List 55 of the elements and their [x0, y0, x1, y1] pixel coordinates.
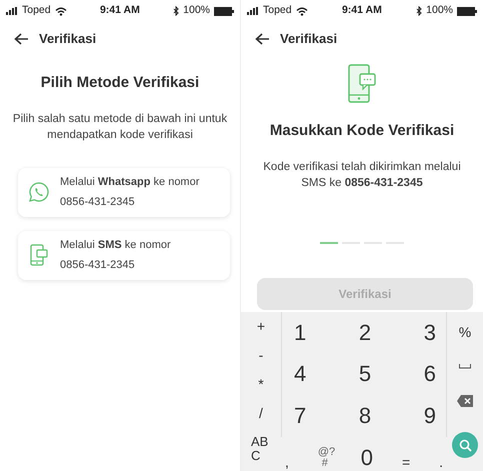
wifi-icon — [54, 6, 67, 16]
carrier-name: Toped — [22, 3, 51, 18]
battery-level: 100% — [426, 3, 453, 18]
keyboard-key[interactable]: % — [458, 324, 472, 339]
keyboard-key[interactable]: 5 — [358, 363, 372, 386]
chat-phone-icon — [28, 181, 50, 204]
page-title: Verifikasi — [280, 30, 338, 48]
bluetooth-icon — [416, 6, 422, 16]
wifi-icon — [296, 6, 308, 16]
screen-heading: Masukkan Kode Verifikasi — [268, 121, 456, 141]
keyboard-key[interactable]: = — [402, 455, 410, 469]
space-key-icon[interactable] — [459, 364, 471, 370]
phone-message-icon — [347, 64, 377, 104]
keyboard-key[interactable]: 1 — [294, 322, 306, 344]
phone-message-icon — [28, 244, 50, 266]
back-arrow-icon[interactable] — [255, 33, 270, 45]
signal-icon — [247, 7, 259, 15]
keyboard-key[interactable]: 4 — [294, 363, 306, 386]
battery-icon — [457, 6, 477, 16]
carrier-name: Toped — [263, 3, 292, 18]
phone-number: 0856-431-2345 — [60, 194, 136, 210]
backspace-icon[interactable] — [457, 394, 473, 407]
search-button[interactable] — [452, 432, 478, 458]
keyboard-key[interactable]: 7 — [294, 405, 306, 428]
code-input-slot[interactable] — [320, 242, 338, 244]
signal-icon — [6, 7, 18, 15]
instruction-text: Kode verifikasi telah dikirimkan melalui SMS ke 0856-431-2345 — [262, 160, 462, 192]
search-icon — [458, 438, 472, 452]
phone-number: 0856-431-2345 — [60, 258, 136, 273]
screen-heading: Pilih Metode Verifikasi — [40, 73, 200, 93]
keyboard-key[interactable]: * — [258, 377, 264, 392]
page-title: Verifikasi — [39, 30, 96, 48]
keyboard-key[interactable]: - — [258, 348, 264, 362]
keyboard-key[interactable]: 9 — [424, 405, 436, 428]
keyboard-key[interactable]: 0 — [360, 447, 374, 469]
option-label: Melalui Whatsapp ke nomor — [60, 175, 200, 190]
verification-option[interactable]: Melalui SMS ke nomor 0856-431-2345 — [18, 230, 230, 280]
keyboard-key[interactable]: 2 — [358, 322, 372, 344]
keyboard-key[interactable]: , — [285, 455, 289, 469]
instruction-text: Pilih salah satu metode di bawah ini untuk mendapatkan kode verifikasi — [12, 112, 228, 144]
keyboard-key[interactable]: . — [439, 455, 443, 469]
back-arrow-icon[interactable] — [14, 33, 29, 45]
keyboard-key[interactable]: 8 — [358, 405, 372, 428]
status-time: 9:41 AM — [342, 3, 382, 18]
bluetooth-icon — [173, 6, 180, 16]
keyboard-key[interactable]: AB C — [251, 434, 271, 464]
keyboard-key[interactable]: / — [259, 406, 263, 420]
keyboard-key[interactable]: 6 — [424, 363, 436, 386]
option-label: Melalui SMS ke nomor — [60, 238, 171, 254]
status-time: 9:41 AM — [100, 3, 140, 18]
keyboard-key[interactable]: + — [256, 319, 266, 334]
battery-icon — [214, 6, 234, 16]
verification-option[interactable]: Melalui Whatsapp ke nomor 0856-431-2345 — [18, 168, 230, 217]
battery-level: 100% — [183, 3, 210, 18]
keyboard-key[interactable]: 3 — [424, 322, 436, 344]
